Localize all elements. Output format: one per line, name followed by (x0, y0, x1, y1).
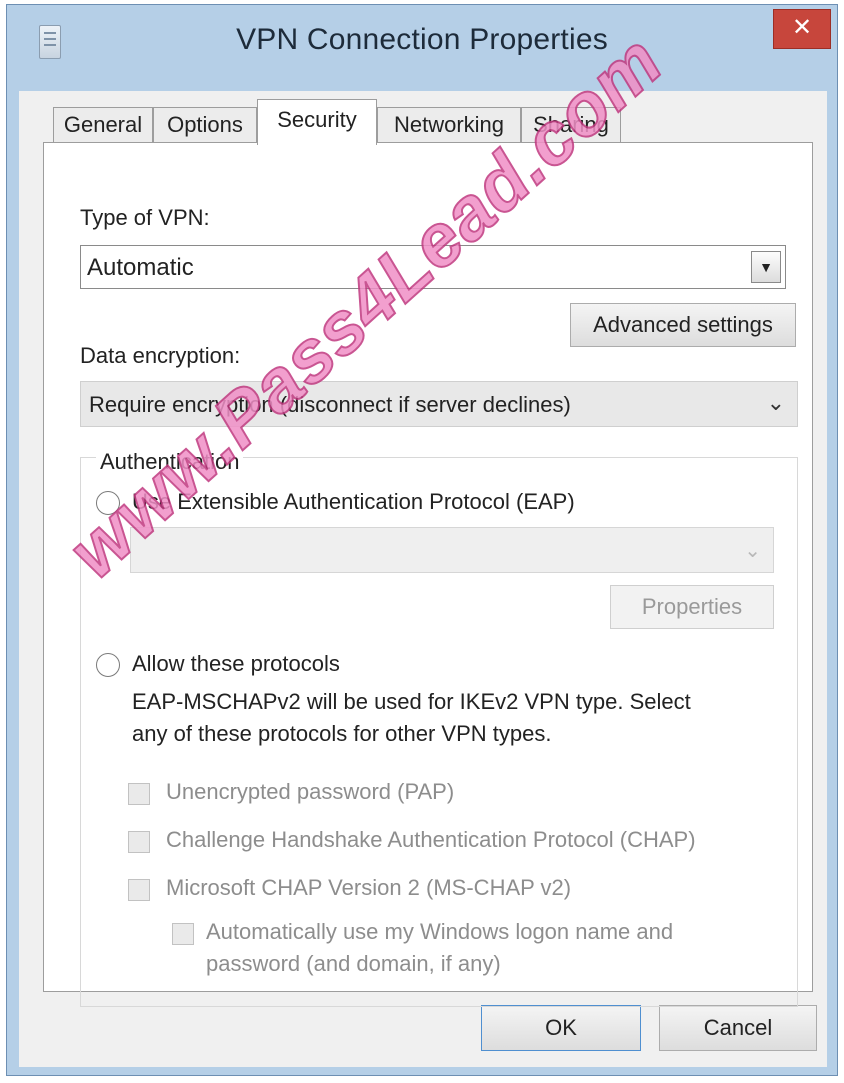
eap-method-select: ⌄ (130, 527, 774, 573)
pap-checkbox-label: Unencrypted password (PAP) (166, 779, 455, 804)
vpn-type-label: Type of VPN: (80, 205, 210, 230)
eap-radio-label[interactable]: Use Extensible Authentication Protocol (… (132, 489, 575, 515)
eap-radio[interactable] (96, 491, 120, 515)
vpn-type-select[interactable]: Automatic ▼ (80, 245, 786, 289)
tab-general[interactable]: General (53, 107, 153, 143)
tab-options[interactable]: Options (153, 107, 257, 143)
tab-security[interactable]: Security (257, 99, 377, 145)
data-encryption-value: Require encryption (disconnect if server… (89, 392, 571, 417)
chevron-down-icon: ⌄ (766, 390, 785, 415)
pap-checkbox (128, 783, 150, 805)
security-tab-panel: Type of VPN: Automatic ▼ Advanced settin… (43, 142, 813, 1007)
title-bar[interactable]: VPN Connection Properties ✕ (7, 5, 837, 81)
eap-properties-button: Properties (610, 585, 774, 629)
vpn-type-value: Automatic (87, 254, 194, 281)
allow-protocols-radio[interactable] (96, 653, 120, 677)
advanced-settings-button[interactable]: Advanced settings (570, 303, 796, 347)
ok-button[interactable]: OK (481, 1005, 641, 1051)
tab-sharing[interactable]: Sharing (521, 107, 621, 143)
tab-networking[interactable]: Networking (377, 107, 521, 143)
mschap-v2-checkbox-label: Microsoft CHAP Version 2 (MS-CHAP v2) (166, 875, 572, 900)
mschap-v2-checkbox (128, 879, 150, 901)
chap-checkbox-label: Challenge Handshake Authentication Proto… (166, 827, 696, 852)
protocol-info-line2: any of these protocols for other VPN typ… (132, 721, 552, 746)
protocol-info-line1: EAP-MSCHAPv2 will be used for IKEv2 VPN … (132, 689, 691, 714)
chevron-down-icon: ⌄ (744, 540, 761, 562)
allow-protocols-label[interactable]: Allow these protocols (132, 651, 340, 677)
window-title: VPN Connection Properties (236, 23, 608, 56)
dialog-client-area: General Options Security Networking Shar… (19, 91, 827, 1067)
vpn-properties-window: VPN Connection Properties ✕ General Opti… (6, 4, 838, 1076)
auto-logon-checkbox (172, 923, 194, 945)
cancel-button[interactable]: Cancel (659, 1005, 817, 1051)
dropdown-arrow-icon[interactable]: ▼ (751, 251, 781, 283)
close-icon: ✕ (791, 14, 813, 41)
data-encryption-label: Data encryption: (80, 343, 241, 368)
auto-logon-label-line2: password (and domain, if any) (206, 951, 501, 976)
authentication-group-title: Authentication (96, 449, 244, 475)
auto-logon-label-line1: Automatically use my Windows logon name … (206, 919, 674, 944)
chap-checkbox (128, 831, 150, 853)
close-button[interactable]: ✕ (773, 9, 831, 49)
data-encryption-select[interactable]: Require encryption (disconnect if server… (80, 381, 798, 427)
